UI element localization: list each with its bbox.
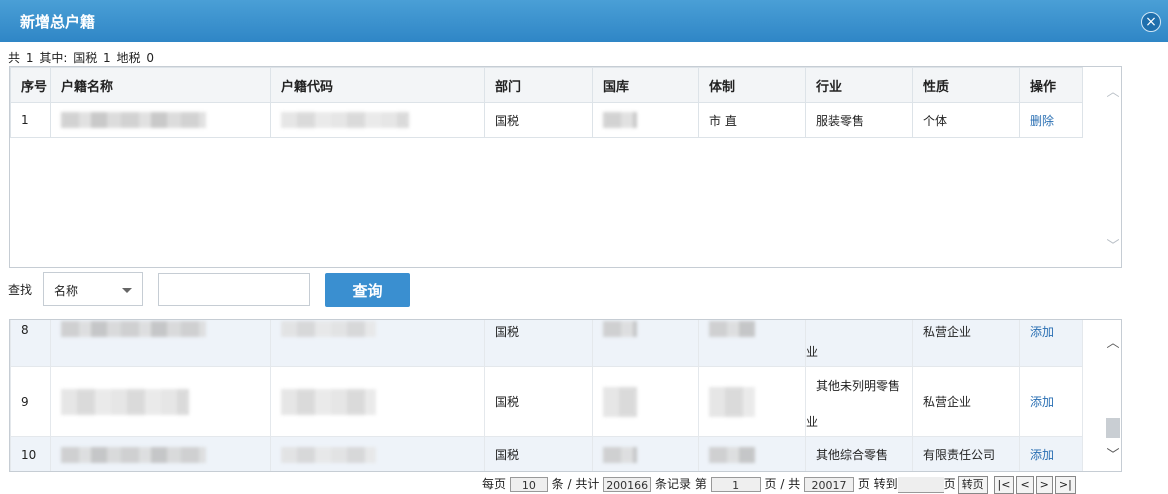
row-action: 删除 — [1019, 102, 1083, 138]
row-nature: 私营企业 — [912, 366, 1020, 437]
chevron-down-icon — [122, 288, 132, 293]
unit-label: 条 / 共计 — [551, 477, 600, 491]
prev-page-button[interactable]: < — [1016, 475, 1034, 494]
row-industry: 其他未列明零售 业 — [805, 366, 913, 437]
summary-total: 1 — [25, 51, 34, 65]
goto-page-input[interactable] — [897, 476, 944, 493]
page-label: 页 转到 — [857, 477, 898, 491]
row-seq: 9 — [10, 366, 51, 437]
row-system-redacted — [698, 436, 806, 471]
row-code-redacted — [270, 102, 485, 138]
dialog-title: 新增总户籍 — [20, 13, 96, 31]
row-nature: 有限责任公司 — [912, 436, 1020, 471]
goto-page-button[interactable]: 转页 — [957, 475, 988, 494]
table-row: 8 国税 业 私营企业 添加 — [10, 320, 1083, 367]
summary-dishui: 0 — [146, 51, 154, 65]
row-industry: 业 — [805, 320, 913, 367]
row-dept: 国税 — [484, 320, 593, 367]
result-scrollbar[interactable]: ︿ ﹀ — [1105, 320, 1121, 471]
scroll-up-icon[interactable]: ︿ — [1105, 332, 1121, 351]
table-row: 10 国税 其他综合零售 有限责任公司 添加 — [10, 436, 1083, 471]
col-industry: 行业 — [805, 67, 913, 103]
current-page-input[interactable]: 1 — [710, 477, 761, 492]
col-nature: 性质 — [912, 67, 1020, 103]
summary-dishui-label: 地税 — [116, 51, 141, 65]
col-code: 户籍代码 — [270, 67, 485, 103]
scroll-down-icon[interactable]: ﹀ — [1105, 444, 1121, 463]
add-link[interactable]: 添加 — [1030, 448, 1054, 462]
col-dept: 部门 — [484, 67, 593, 103]
row-system: 市 直 — [698, 102, 806, 138]
row-code-redacted — [270, 436, 485, 471]
search-field-value: 名称 — [54, 284, 79, 298]
add-link[interactable]: 添加 — [1030, 325, 1054, 339]
row-code-redacted — [270, 366, 485, 437]
col-system: 体制 — [698, 67, 806, 103]
selected-header-row: 序号 户籍名称 户籍代码 部门 国库 体制 行业 性质 操作 — [10, 67, 1083, 103]
row-system-redacted — [698, 320, 806, 367]
first-page-button[interactable]: |< — [993, 475, 1015, 494]
search-input[interactable] — [158, 273, 310, 306]
selected-scrollbar[interactable]: ︿ ﹀ — [1105, 67, 1121, 267]
total-records: 200166 — [603, 477, 652, 492]
next-page-button[interactable]: > — [1035, 475, 1053, 494]
col-op: 操作 — [1019, 67, 1083, 103]
summary-line: 共 1 其中: 国税 1 地税 0 — [8, 49, 156, 66]
result-records-panel: 8 国税 业 私营企业 添加 9 国税 其他未列明零售 业 私营企业 添加 10… — [9, 319, 1122, 472]
row-treasury-redacted — [592, 102, 699, 138]
row-code-redacted — [270, 320, 485, 367]
row-dept: 国税 — [484, 102, 593, 138]
row-treasury-redacted — [592, 366, 699, 437]
row-name-redacted — [50, 102, 271, 138]
row-nature: 私营企业 — [912, 320, 1020, 367]
row-system-redacted — [698, 366, 806, 437]
row-industry: 其他综合零售 — [805, 436, 913, 471]
dialog-title-bar: 新增总户籍 × — [0, 0, 1168, 42]
table-row: 9 国税 其他未列明零售 业 私营企业 添加 — [10, 366, 1083, 437]
summary-guoshui-label: 国税 — [73, 51, 98, 65]
per-page-label: 每页 — [482, 477, 507, 491]
col-name: 户籍名称 — [50, 67, 271, 103]
delete-link[interactable]: 删除 — [1030, 114, 1054, 128]
search-field-select[interactable]: 名称 — [43, 272, 143, 306]
scroll-up-icon[interactable]: ︿ — [1105, 81, 1121, 100]
row-seq: 10 — [10, 436, 51, 471]
row-seq: 1 — [10, 102, 51, 138]
row-dept: 国税 — [484, 436, 593, 471]
summary-total-label: 共 — [8, 51, 21, 65]
last-page-button[interactable]: >| — [1054, 475, 1076, 494]
summary-guoshui: 1 — [103, 51, 111, 65]
selected-records-table: 序号 户籍名称 户籍代码 部门 国库 体制 行业 性质 操作 1 国税 市 直 … — [10, 67, 1083, 138]
row-name-redacted — [50, 366, 271, 437]
row-dept: 国税 — [484, 366, 593, 437]
page-of-label: 页 / 共 — [764, 477, 801, 491]
pager: 每页 10 条 / 共计 200166 条记录 第 1 页 / 共 20017 … — [482, 475, 1076, 494]
per-page-input[interactable]: 10 — [509, 477, 548, 492]
goto-suffix: 页 — [943, 477, 956, 491]
summary-among-label: 其中: — [39, 51, 68, 65]
row-name-redacted — [50, 436, 271, 471]
close-icon[interactable]: × — [1141, 12, 1161, 32]
row-name-redacted — [50, 320, 271, 367]
add-link[interactable]: 添加 — [1030, 395, 1054, 409]
selected-records-panel: 序号 户籍名称 户籍代码 部门 国库 体制 行业 性质 操作 1 国税 市 直 … — [9, 66, 1122, 268]
query-button[interactable]: 查询 — [325, 273, 410, 307]
row-treasury-redacted — [592, 436, 699, 471]
row-seq: 8 — [10, 320, 51, 367]
result-records-table: 8 国税 业 私营企业 添加 9 国税 其他未列明零售 业 私营企业 添加 10… — [10, 320, 1083, 471]
row-industry: 服装零售 — [805, 102, 913, 138]
scroll-down-icon[interactable]: ﹀ — [1105, 235, 1121, 254]
table-row: 1 国税 市 直 服装零售 个体 删除 — [10, 102, 1083, 138]
records-label: 条记录 第 — [655, 477, 707, 491]
row-nature: 个体 — [912, 102, 1020, 138]
col-seq: 序号 — [10, 67, 51, 103]
row-treasury-redacted — [592, 320, 699, 367]
col-treasury: 国库 — [592, 67, 699, 103]
total-pages: 20017 — [804, 477, 855, 492]
scroll-thumb[interactable] — [1106, 418, 1120, 438]
search-label: 查找 — [8, 283, 33, 297]
